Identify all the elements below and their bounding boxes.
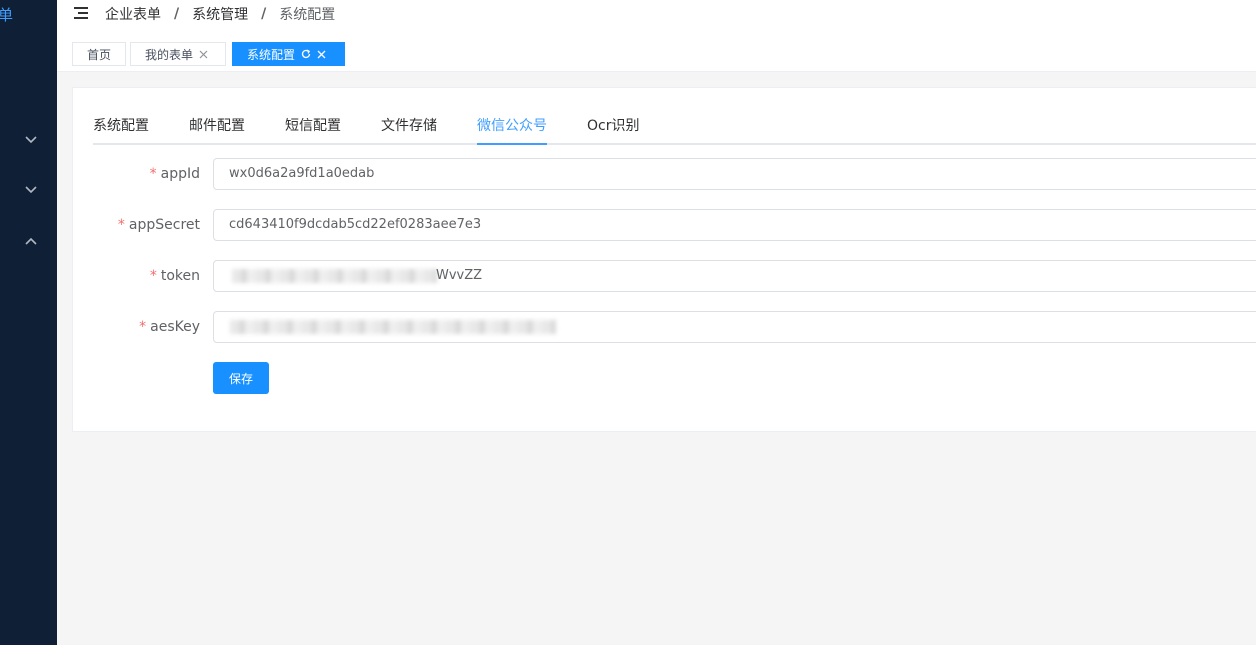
tags-view-bar: 首页 我的表单 系统配置 <box>57 36 1256 72</box>
redacted-text <box>232 269 437 283</box>
refresh-icon[interactable] <box>301 49 311 59</box>
top-navbar: 企业表单 / 系统管理 / 系统配置 <box>57 0 1256 37</box>
token-input[interactable]: WvvZZ <box>213 260 1256 292</box>
config-tabs: 系统配置 邮件配置 短信配置 文件存储 微信公众号 Ocr识别 <box>93 88 1256 145</box>
close-icon[interactable] <box>317 50 326 59</box>
aeskey-input[interactable] <box>213 311 1256 343</box>
form-row-appid: * appId wx0d6a2a9fd1a0edab <box>73 158 1256 190</box>
aeskey-label: * aesKey <box>139 319 200 335</box>
appid-input[interactable]: wx0d6a2a9fd1a0edab <box>213 158 1256 190</box>
breadcrumb-item-current: 系统配置 <box>279 7 336 23</box>
tag-label: 我的表单 <box>145 47 194 62</box>
breadcrumb-item[interactable]: 企业表单 <box>105 4 161 24</box>
tag-my-forms[interactable]: 我的表单 <box>130 42 226 66</box>
appid-label: * appId <box>149 166 200 182</box>
tag-label: 首页 <box>86 47 111 62</box>
tag-home[interactable]: 首页 <box>72 42 126 66</box>
chevron-up-icon[interactable] <box>24 234 38 248</box>
breadcrumb-separator: / <box>174 6 180 22</box>
form-row-aeskey: * aesKey <box>73 311 1256 343</box>
redacted-text <box>230 320 556 334</box>
active-tab-indicator <box>477 143 547 145</box>
breadcrumb-item[interactable]: 系统管理 <box>192 4 248 24</box>
tag-system-config[interactable]: 系统配置 <box>232 42 345 66</box>
tab-sms-config[interactable]: 短信配置 <box>285 115 341 143</box>
token-visible-suffix: WvvZZ <box>436 268 483 283</box>
tab-mail-config[interactable]: 邮件配置 <box>189 115 245 143</box>
tab-system-config[interactable]: 系统配置 <box>93 115 149 143</box>
save-button[interactable]: 保存 <box>213 362 269 394</box>
tab-wechat-official[interactable]: 微信公众号 <box>477 115 547 143</box>
form-row-token: * token WvvZZ <box>73 260 1256 292</box>
hamburger-icon[interactable] <box>74 6 88 20</box>
config-card: 系统配置 邮件配置 短信配置 文件存储 微信公众号 Ocr识别 * appId w… <box>72 87 1256 432</box>
tab-ocr[interactable]: Ocr识别 <box>587 115 639 143</box>
app-logo-text: 单 <box>0 6 14 24</box>
appsecret-input[interactable]: cd643410f9dcdab5cd22ef0283aee7e3 <box>213 209 1256 241</box>
breadcrumb: 企业表单 / 系统管理 / 系统配置 <box>105 4 335 24</box>
token-label: * token <box>149 268 200 284</box>
breadcrumb-separator: / <box>261 6 267 22</box>
form-row-appsecret: * appSecret cd643410f9dcdab5cd22ef0283aee… <box>73 209 1256 241</box>
tag-label: 系统配置 <box>247 47 296 62</box>
tab-file-storage[interactable]: 文件存储 <box>381 115 437 143</box>
close-icon[interactable] <box>199 50 208 59</box>
appsecret-label: * appSecret <box>117 217 200 233</box>
sidebar: 单 <box>0 0 57 645</box>
chevron-down-icon[interactable] <box>24 133 38 147</box>
chevron-down-icon[interactable] <box>24 183 38 197</box>
